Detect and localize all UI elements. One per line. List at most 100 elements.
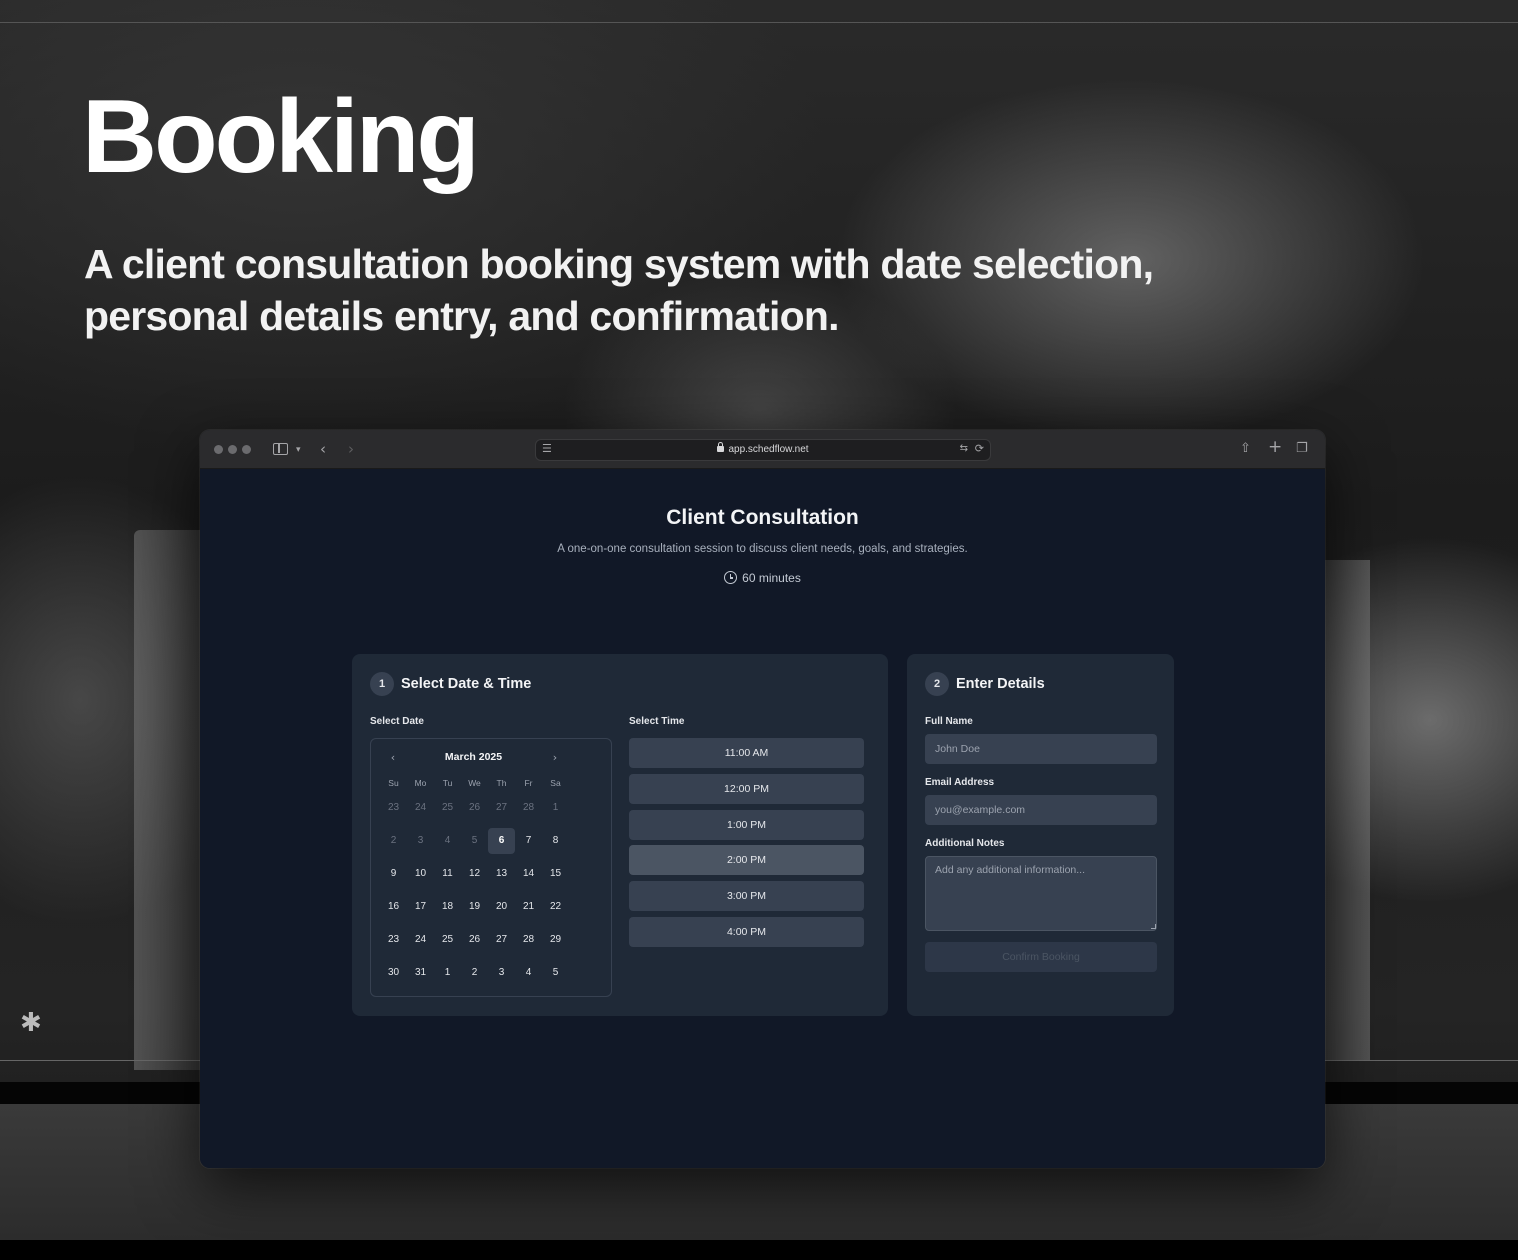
top-divider xyxy=(0,22,1518,23)
tabs-icon[interactable]: ❐ xyxy=(1296,439,1308,459)
full-name-label: Full Name xyxy=(925,716,973,727)
calendar-day[interactable]: 15 xyxy=(542,861,569,887)
weekday-label: Tu xyxy=(442,778,453,788)
chevron-down-icon[interactable]: ▾ xyxy=(296,440,301,460)
calendar-day[interactable]: 7 xyxy=(515,828,542,854)
calendar-day[interactable]: 28 xyxy=(515,927,542,953)
forward-icon[interactable]: › xyxy=(348,439,354,459)
bottom-band xyxy=(0,1240,1518,1260)
calendar-day[interactable]: 19 xyxy=(461,894,488,920)
step-1-badge: 1 xyxy=(370,672,394,696)
weekday-label: Su xyxy=(388,778,399,788)
step-2-title: Enter Details xyxy=(956,676,1045,692)
step-2-badge: 2 xyxy=(925,672,949,696)
calendar-day[interactable]: 23 xyxy=(380,795,407,821)
calendar-day[interactable]: 31 xyxy=(407,960,434,986)
confirm-booking-button[interactable]: Confirm Booking xyxy=(925,942,1157,972)
details-card: 2 Enter Details Full Name Email Address … xyxy=(907,654,1174,1016)
calendar-day[interactable]: 26 xyxy=(461,927,488,953)
page-title: Client Consultation xyxy=(666,506,859,529)
duration-text: 60 minutes xyxy=(742,571,801,585)
url-text: app.schedflow.net xyxy=(728,444,809,455)
weekday-label: Fr xyxy=(524,778,533,788)
step-1-header: 1 Select Date & Time xyxy=(370,672,531,696)
sidebar-icon[interactable] xyxy=(273,443,288,455)
calendar-week: 2345678 xyxy=(380,824,569,857)
notes-label: Additional Notes xyxy=(925,838,1005,849)
calendar-day[interactable]: 5 xyxy=(461,828,488,854)
calendar-day[interactable]: 8 xyxy=(542,828,569,854)
calendar-day[interactable]: 27 xyxy=(488,927,515,953)
resize-handle-icon[interactable] xyxy=(1151,924,1156,929)
notes-textarea[interactable] xyxy=(925,856,1157,931)
next-month-button[interactable]: › xyxy=(546,749,564,767)
calendar-day[interactable]: 29 xyxy=(542,927,569,953)
calendar-day[interactable]: 10 xyxy=(407,861,434,887)
time-slot-button[interactable]: 2:00 PM xyxy=(629,845,864,876)
reload-icon[interactable]: ⟳ xyxy=(975,442,984,455)
calendar-week: 9 10 11 12 13 14 15 xyxy=(380,857,569,890)
calendar-day[interactable]: 23 xyxy=(380,927,407,953)
weekday-label: Mo xyxy=(414,778,427,788)
lock-icon xyxy=(717,442,725,452)
calendar-day[interactable]: 16 xyxy=(380,894,407,920)
calendar-day[interactable]: 25 xyxy=(434,795,461,821)
email-input[interactable] xyxy=(925,795,1157,825)
time-slot-button[interactable]: 12:00 PM xyxy=(629,773,864,804)
calendar-week: 23 24 25 26 27 28 1 xyxy=(380,791,569,824)
calendar-day[interactable]: 28 xyxy=(515,795,542,821)
calendar-day[interactable]: 2 xyxy=(380,828,407,854)
asterisk-icon: ✱ xyxy=(20,1008,42,1038)
calendar-day[interactable]: 20 xyxy=(488,894,515,920)
calendar-day[interactable]: 18 xyxy=(434,894,461,920)
hero-title: Booking xyxy=(82,79,480,195)
calendar-day[interactable]: 21 xyxy=(515,894,542,920)
time-slot-button[interactable]: 11:00 AM xyxy=(629,738,864,768)
calendar-day[interactable]: 4 xyxy=(515,960,542,986)
calendar-day[interactable]: 1 xyxy=(542,795,569,821)
calendar-day[interactable]: 27 xyxy=(488,795,515,821)
minimize-window-dot[interactable] xyxy=(228,445,237,454)
calendar-day[interactable]: 14 xyxy=(515,861,542,887)
calendar-day-selected[interactable]: 6 xyxy=(488,827,515,854)
calendar-day[interactable]: 24 xyxy=(407,927,434,953)
hero-subtitle: A client consultation booking system wit… xyxy=(84,241,1154,339)
calendar-day[interactable]: 24 xyxy=(407,795,434,821)
calendar-day[interactable]: 3 xyxy=(488,960,515,986)
browser-window: ▾ ‹ › ☰ app.schedflow.net ⟳ ⇆ ⇧ + ❐ Clie… xyxy=(200,430,1325,1168)
calendar-day[interactable]: 12 xyxy=(461,861,488,887)
calendar-day[interactable]: 22 xyxy=(542,894,569,920)
close-window-dot[interactable] xyxy=(214,445,223,454)
translate-icon[interactable]: ⇆ xyxy=(960,443,968,454)
calendar-day[interactable]: 1 xyxy=(434,960,461,986)
step-2-header: 2 Enter Details xyxy=(925,672,1045,696)
clock-icon xyxy=(724,571,738,584)
calendar-day[interactable]: 25 xyxy=(434,927,461,953)
calendar-day[interactable]: 5 xyxy=(542,960,569,986)
calendar-day[interactable]: 11 xyxy=(434,861,461,887)
back-icon[interactable]: ‹ xyxy=(320,439,326,459)
full-name-input[interactable] xyxy=(925,734,1157,764)
page-content: Client Consultation A one-on-one consult… xyxy=(200,469,1325,1168)
email-label: Email Address xyxy=(925,777,995,788)
calendar-day[interactable]: 9 xyxy=(380,861,407,887)
address-bar[interactable]: ☰ app.schedflow.net ⟳ ⇆ xyxy=(535,439,991,461)
time-slot-button[interactable]: 1:00 PM xyxy=(629,809,864,840)
window-controls[interactable] xyxy=(214,445,251,454)
time-slot-button[interactable]: 4:00 PM xyxy=(629,916,864,947)
time-slot-button[interactable]: 3:00 PM xyxy=(629,881,864,912)
calendar-day[interactable]: 4 xyxy=(434,828,461,854)
calendar-day[interactable]: 2 xyxy=(461,960,488,986)
weekday-label: Sa xyxy=(550,778,561,788)
calendar-day[interactable]: 3 xyxy=(407,828,434,854)
calendar-day[interactable]: 17 xyxy=(407,894,434,920)
calendar: ‹ March 2025 › Su Mo Tu We Th Fr Sa 23 24 25 26 27… xyxy=(370,738,612,997)
share-icon[interactable]: ⇧ xyxy=(1240,439,1251,459)
calendar-day[interactable]: 13 xyxy=(488,861,515,887)
calendar-day[interactable]: 30 xyxy=(380,960,407,986)
select-date-label: Select Date xyxy=(370,716,424,727)
calendar-grid: Su Mo Tu We Th Fr Sa 23 24 25 26 27 28 1 2 3 4 5 6 7 8 9 10 11… xyxy=(380,775,569,989)
calendar-day[interactable]: 26 xyxy=(461,795,488,821)
zoom-window-dot[interactable] xyxy=(242,445,251,454)
new-tab-icon[interactable]: + xyxy=(1268,437,1282,457)
